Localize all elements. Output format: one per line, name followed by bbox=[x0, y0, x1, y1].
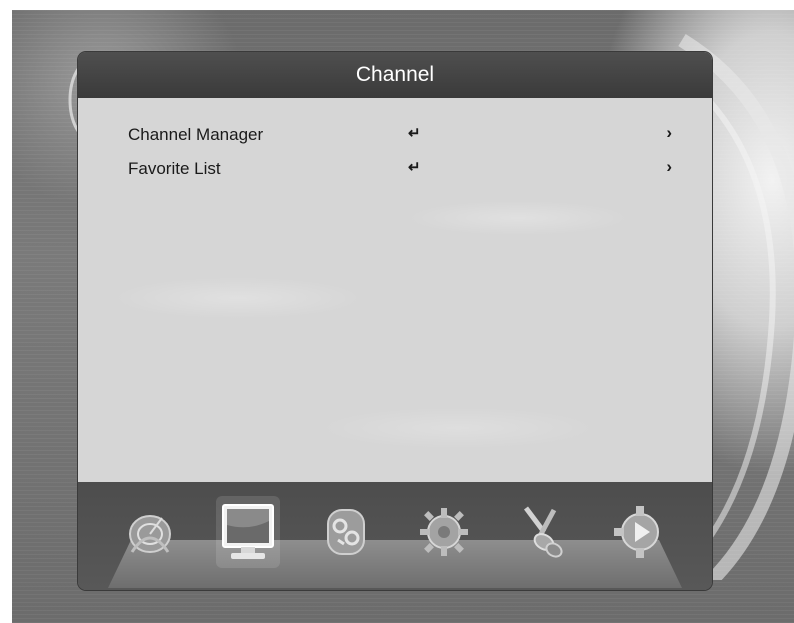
av-setting-dock-item[interactable] bbox=[510, 496, 574, 568]
channel-dock-item[interactable] bbox=[216, 496, 280, 568]
menu-item-favorite-list[interactable]: Favorite List ↵ › bbox=[78, 154, 712, 184]
menu-item-label: Channel Manager bbox=[128, 125, 264, 144]
menu-item-channel-manager[interactable]: Channel Manager ↵ › bbox=[78, 120, 712, 150]
satellite-dish-icon bbox=[129, 515, 171, 553]
menu-item-label: Favorite List bbox=[128, 159, 221, 178]
tv-monitor-icon bbox=[222, 504, 274, 559]
installation-dock-item[interactable] bbox=[118, 496, 182, 568]
main-menu-dock bbox=[78, 482, 712, 590]
channel-menu-panel: Channel Channel Manager ↵ › Favorite Lis… bbox=[78, 52, 712, 590]
menu-list: Channel Manager ↵ › Favorite List ↵ › bbox=[78, 98, 712, 482]
dock-floor bbox=[108, 540, 682, 588]
enter-icon: ↵ bbox=[408, 125, 421, 142]
gear-icon bbox=[420, 508, 468, 556]
media-dock-item[interactable] bbox=[608, 496, 672, 568]
media-play-icon bbox=[614, 506, 659, 558]
panel-header: Channel bbox=[78, 52, 712, 98]
settings-dock-item[interactable] bbox=[412, 496, 476, 568]
letters-icon bbox=[327, 509, 365, 555]
panel-title: Channel bbox=[355, 63, 435, 86]
chevron-right-icon: › bbox=[666, 157, 672, 176]
enter-icon: ↵ bbox=[408, 159, 421, 176]
language-dock-item[interactable] bbox=[314, 496, 378, 568]
chevron-right-icon: › bbox=[666, 123, 672, 142]
av-cable-icon bbox=[524, 506, 563, 558]
